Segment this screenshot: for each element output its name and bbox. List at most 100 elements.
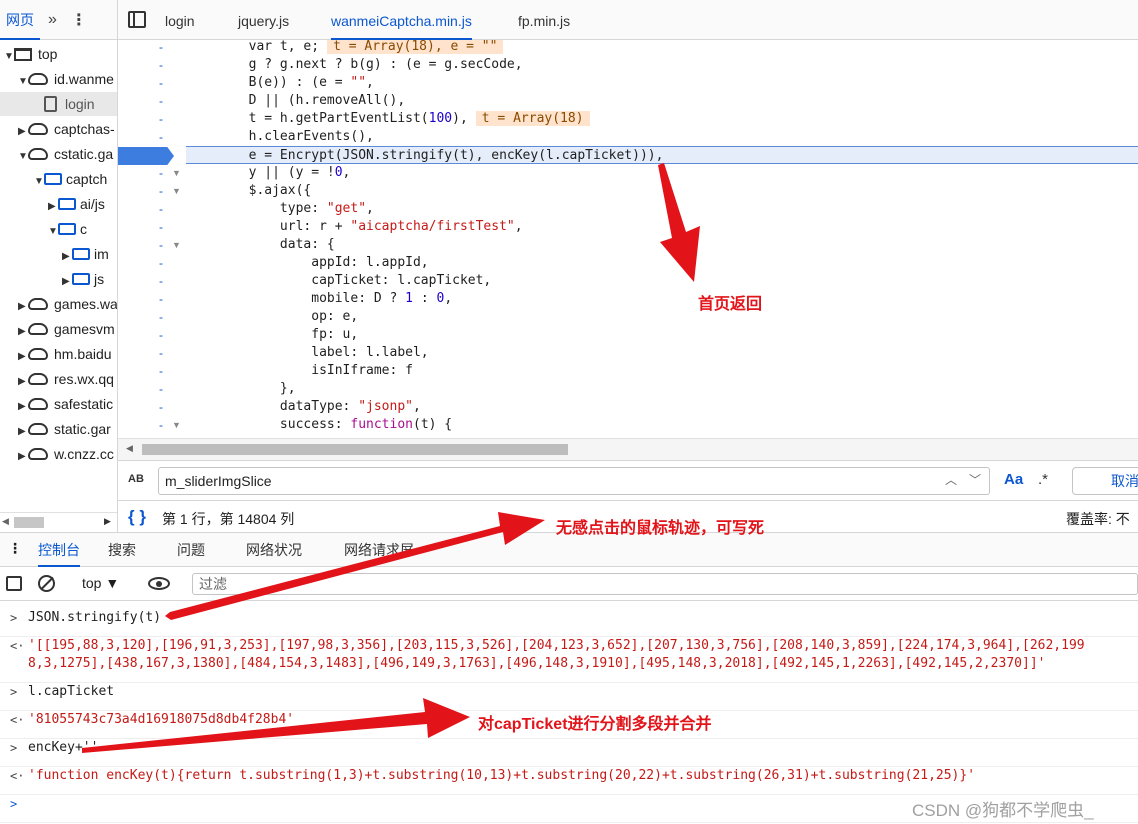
line-marker[interactable]: - [156,326,166,344]
tree-item[interactable]: ▶ gamesvm [0,317,115,341]
line-marker[interactable]: - [156,272,166,290]
line-marker[interactable]: - [156,380,166,398]
kebab-menu-icon[interactable]: ⋮ [65,10,93,30]
console-text[interactable]: l.capTicket [28,683,114,701]
fold-icon[interactable]: ▼ [172,182,181,200]
tab-network-conditions[interactable]: 网络状况 [246,533,302,567]
tab-fp[interactable]: fp.min.js [518,0,570,40]
tree-item[interactable]: ▼ c [0,217,87,241]
line-marker[interactable]: - [156,182,166,200]
line-marker[interactable]: - [156,128,166,146]
live-expression-eye-icon[interactable] [148,577,170,590]
line-marker[interactable]: - [156,236,166,254]
line-marker[interactable]: - [156,398,166,416]
expanded-arrow-icon[interactable]: ▼ [4,45,14,69]
tree-item[interactable]: login [0,92,117,116]
console-text[interactable]: encKey+'' [28,739,98,757]
match-case-button[interactable]: Aa [1004,471,1023,488]
find-previous-icon[interactable]: ︿ [940,469,962,491]
collapsed-arrow-icon[interactable]: ▶ [18,295,28,319]
line-marker[interactable]: - [156,38,166,56]
fold-icon[interactable]: ▼ [172,416,181,434]
collapsed-arrow-icon[interactable]: ▶ [18,120,28,144]
scroll-left-icon[interactable]: ◀ [126,443,133,454]
tree-item[interactable]: ▶ static.gar [0,417,111,441]
line-marker[interactable]: - [156,416,166,434]
collapsed-arrow-icon[interactable]: ▶ [18,370,28,394]
line-marker[interactable]: - [156,56,166,74]
filter-input[interactable]: 过滤 [192,573,1138,595]
console-text[interactable]: JSON.stringify(t) [28,609,161,627]
tree-item[interactable]: ▶ res.wx.qq [0,367,114,391]
toggle-navigator-icon[interactable] [128,11,146,28]
tab-issues[interactable]: 问题 [177,533,205,567]
regex-button[interactable]: .* [1038,471,1048,488]
line-marker[interactable]: - [156,218,166,236]
tree-item[interactable]: ▶ safestatic [0,392,113,416]
coverage-status[interactable]: 覆盖率: 不 [1066,509,1130,529]
expanded-arrow-icon[interactable]: ▼ [34,170,44,194]
line-marker[interactable]: - [156,362,166,380]
tab-wanmeicaptcha[interactable]: wanmeiCaptcha.min.js [331,0,472,40]
cancel-button[interactable]: 取消 [1072,467,1138,495]
line-marker[interactable]: - [156,290,166,308]
line-marker[interactable]: - [156,200,166,218]
tab-login[interactable]: login [165,0,195,40]
fold-icon[interactable]: ▼ [172,164,181,182]
line-marker[interactable]: - [156,254,166,272]
console-sidebar-icon[interactable] [6,576,22,591]
line-marker[interactable]: - [156,164,166,182]
line-marker[interactable]: - [156,308,166,326]
collapsed-arrow-icon[interactable]: ▶ [18,420,28,444]
scroll-left-icon[interactable]: ◀ [2,516,9,527]
collapsed-arrow-icon[interactable]: ▶ [18,395,28,419]
tree-item[interactable]: ▼ id.wanme [0,67,114,91]
tree-item[interactable]: ▶ ai/js [0,192,105,216]
line-marker[interactable]: - [156,110,166,128]
tab-console[interactable]: 控制台 [38,533,80,567]
tree-item[interactable]: ▶ w.cnzz.cc [0,442,114,466]
line-marker[interactable]: - [156,92,166,110]
scrollbar-thumb[interactable] [142,444,568,455]
tree-item[interactable]: ▶ hm.baidu [0,342,112,366]
line-marker[interactable]: - [156,344,166,362]
scroll-right-icon[interactable]: ▶ [104,516,111,527]
tab-network-request-blocking[interactable]: 网络请求屏 [344,533,414,567]
more-tabs-icon[interactable]: » [40,11,65,29]
expanded-arrow-icon[interactable]: ▼ [18,70,28,94]
tree-item[interactable]: ▶ captchas- [0,117,115,141]
code-scrollbar[interactable]: ◀ [118,438,1138,460]
expanded-arrow-icon[interactable]: ▼ [48,220,58,244]
context-selector[interactable]: top ▼ [82,575,119,591]
tab-jquery[interactable]: jquery.js [238,0,289,40]
scrollbar-thumb[interactable] [14,517,44,528]
prompt-chevron-icon: > [10,797,18,811]
collapsed-arrow-icon[interactable]: ▶ [18,445,28,469]
collapsed-arrow-icon[interactable]: ▶ [18,345,28,369]
line-gutter[interactable]: - - - - - - - ▼ - ▼ - - - ▼ - - - - - - - - - - ▼ [118,40,186,438]
find-next-icon[interactable]: ﹀ [964,469,986,491]
tree-item[interactable]: ▶ js [0,267,104,291]
collapsed-arrow-icon[interactable]: ▶ [18,320,28,344]
find-input[interactable]: m_sliderImgSlice [158,467,990,495]
collapsed-arrow-icon[interactable]: ▶ [62,270,72,294]
expanded-arrow-icon[interactable]: ▼ [18,145,28,169]
tab-search[interactable]: 搜索 [108,533,136,567]
code-area[interactable]: var t, e; t = Array(18), e = "" g ? g.nex… [186,40,1138,438]
tree-item[interactable]: ▼ top [0,42,57,66]
replace-toggle-icon[interactable]: AB [128,473,144,485]
breakpoint-marker[interactable] [118,147,174,165]
tree-item[interactable]: ▶ im [0,242,109,266]
clear-console-icon[interactable] [38,575,55,592]
collapsed-arrow-icon[interactable]: ▶ [62,245,72,269]
collapsed-arrow-icon[interactable]: ▶ [48,195,58,219]
navigator-scrollbar[interactable]: ◀ ▶ [0,512,117,532]
fold-icon[interactable]: ▼ [172,236,181,254]
tree-item[interactable]: ▶ games.wa [0,292,117,319]
line-marker[interactable]: - [156,74,166,92]
tree-item[interactable]: ▼ captch [0,167,107,191]
tree-item[interactable]: ▼ cstatic.ga [0,142,113,166]
kebab-menu-icon[interactable]: ⋮ [8,540,22,557]
pretty-print-icon[interactable]: { } [128,507,146,527]
tab-page[interactable]: 网页 [0,0,40,40]
